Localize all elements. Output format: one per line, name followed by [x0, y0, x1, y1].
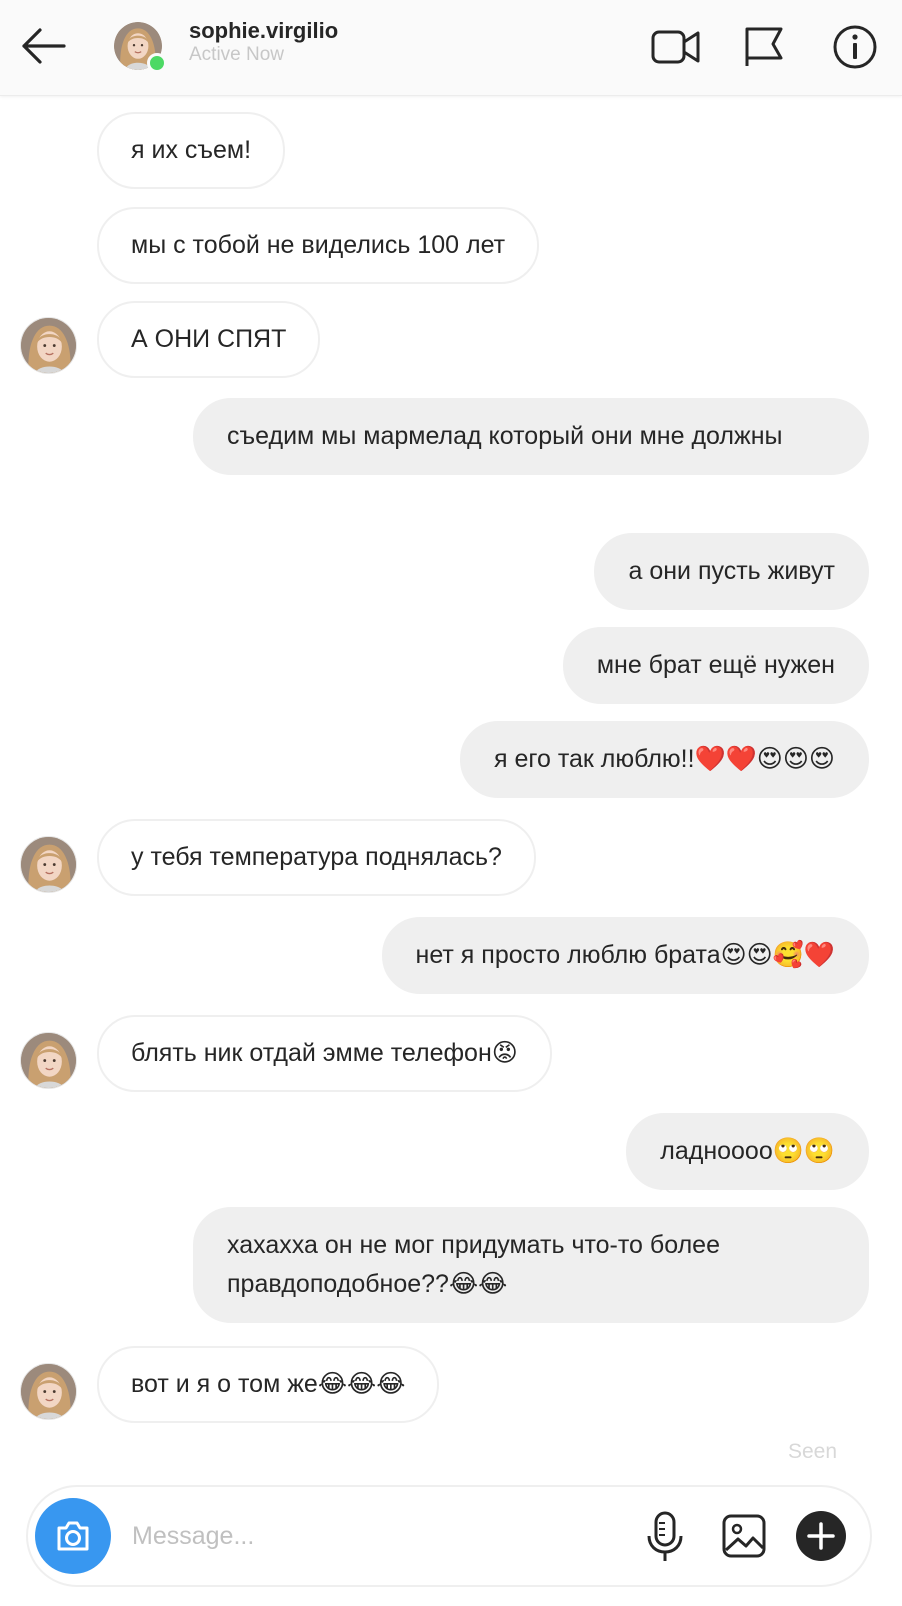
chat-username[interactable]: sophie.virgilio — [189, 18, 338, 44]
active-status: Active Now — [189, 44, 285, 65]
message-incoming[interactable]: вот и я о том же😂😂😂 — [97, 1346, 440, 1423]
video-call-icon[interactable] — [650, 26, 702, 68]
message-incoming[interactable]: у тебя температура поднялась? — [97, 819, 536, 896]
plus-icon[interactable] — [795, 1510, 847, 1562]
sender-avatar[interactable] — [20, 1032, 77, 1089]
message-outgoing[interactable]: а они пусть живут — [594, 533, 869, 610]
direct-message-screen: sophie.virgilio Active Now я их съем! мы… — [0, 0, 902, 1606]
back-arrow-icon[interactable] — [18, 22, 70, 70]
seen-indicator: Seen — [787, 1440, 837, 1463]
message-incoming[interactable]: блять ник отдай эмме телефон😡 — [97, 1015, 552, 1092]
message-outgoing[interactable]: хахахха он не мог придумать что-то более… — [193, 1207, 869, 1323]
message-outgoing[interactable]: ладноооо🙄🙄 — [626, 1113, 869, 1190]
message-outgoing[interactable]: нет я просто люблю брата😍😍🥰❤️ — [381, 917, 869, 994]
message-outgoing[interactable]: я его так люблю!!❤️❤️😍😍😍 — [460, 721, 869, 798]
message-incoming[interactable]: А ОНИ СПЯТ — [97, 301, 321, 378]
sender-avatar[interactable] — [20, 836, 77, 893]
sender-avatar[interactable] — [20, 1363, 77, 1420]
message-outgoing[interactable]: съедим мы мармелад который они мне должн… — [193, 398, 869, 475]
gallery-icon[interactable] — [720, 1512, 768, 1560]
message-incoming[interactable]: мы с тобой не виделись 100 лет — [97, 207, 540, 284]
message-input[interactable] — [132, 1508, 612, 1564]
info-icon[interactable] — [832, 24, 878, 70]
message-incoming[interactable]: я их съем! — [97, 112, 286, 189]
online-status-dot — [147, 53, 167, 73]
camera-icon[interactable] — [35, 1498, 111, 1574]
chat-header: sophie.virgilio Active Now — [0, 0, 902, 96]
microphone-icon[interactable] — [643, 1510, 687, 1564]
flag-icon[interactable] — [742, 24, 786, 68]
sender-avatar[interactable] — [20, 317, 77, 374]
message-outgoing[interactable]: мне брат ещё нужен — [562, 627, 869, 704]
